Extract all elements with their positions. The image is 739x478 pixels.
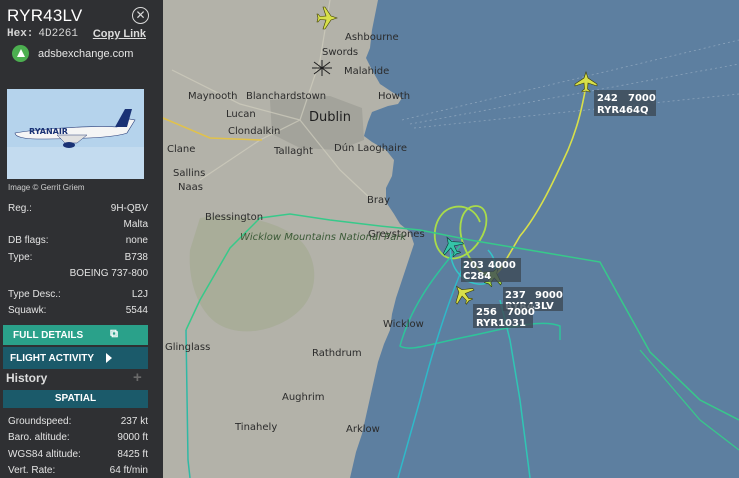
place-label: Dublin <box>309 110 351 125</box>
spatial-key: WGS84 altitude: <box>8 449 81 460</box>
place-label: Bray <box>367 195 390 206</box>
info-value: 9H-QBV <box>110 203 148 214</box>
place-label: Naas <box>178 182 203 193</box>
place-label: Howth <box>378 91 410 102</box>
image-credit: Image © Gerrit Griem <box>8 183 85 192</box>
full-details-label: FULL DETAILS <box>13 330 84 341</box>
place-label: Lucan <box>226 109 256 120</box>
flight-activity-label: FLIGHT ACTIVITY <box>10 353 95 364</box>
hex-label: Hex: <box>7 28 34 40</box>
label-altitude: 9000 <box>535 290 563 301</box>
aircraft-info-panel: RYR43LV ✕ Hex: 4D2261 Copy Link adsbexcha… <box>0 0 163 478</box>
place-label: Arklow <box>346 424 380 435</box>
info-value: 5544 <box>125 305 148 316</box>
aircraft-label[interactable]: 256 7000 RYR1031 <box>473 304 535 329</box>
label-altitude: 7000 <box>628 93 656 104</box>
place-label: Sallins <box>173 168 205 179</box>
aircraft-photo-image: RYANAIR <box>7 89 144 179</box>
label-altitude: 7000 <box>507 307 535 318</box>
place-label: Tinahely <box>234 422 277 433</box>
label-speed: 237 <box>505 290 526 301</box>
label-altitude: 4000 <box>488 260 516 271</box>
spatial-key: Groundspeed: <box>8 416 72 427</box>
place-label: Clondalkin <box>228 126 280 137</box>
place-label: Tallaght <box>273 146 313 157</box>
place-label: Malahide <box>344 66 389 77</box>
spatial-value: 237 kt <box>120 416 148 427</box>
aircraft-label[interactable]: 242 7000 RYR464Q <box>594 90 656 116</box>
place-label: Wicklow <box>383 319 424 330</box>
place-label: Dún Laoghaire <box>334 142 407 154</box>
info-value: BOEING 737-800 <box>69 268 148 279</box>
place-label: Rathdrum <box>312 348 362 359</box>
adsbx-link[interactable]: adsbexchange.com <box>12 45 133 62</box>
place-label: Maynooth <box>188 91 238 102</box>
external-link-icon: ⧉ <box>110 328 118 340</box>
info-key: Squawk: <box>8 305 47 316</box>
spatial-key: Baro. altitude: <box>8 432 70 443</box>
adsbx-logo-icon <box>12 45 29 62</box>
spatial-value: 64 ft/min <box>109 465 148 476</box>
adsbx-site-label: adsbexchange.com <box>38 47 134 60</box>
aircraft-photo[interactable]: RYANAIR <box>7 89 144 179</box>
hex-value: 4D2261 <box>38 28 79 40</box>
spatial-value: 9000 ft <box>117 432 148 443</box>
hex-row: Hex: 4D2261 <box>7 28 78 40</box>
flight-activity-button[interactable]: FLIGHT ACTIVITY <box>3 347 148 369</box>
label-speed: 242 <box>597 93 618 104</box>
info-value: L2J <box>131 289 148 300</box>
app-root: Ashbourne Swords Malahide Maynooth Blanc… <box>0 0 739 478</box>
info-key: Reg.: <box>8 203 32 214</box>
label-speed: 256 <box>476 307 497 318</box>
place-label: Clane <box>167 144 195 155</box>
info-value: B738 <box>124 252 148 263</box>
info-value: Malta <box>123 219 148 230</box>
place-label: Blanchardstown <box>246 91 326 102</box>
full-details-button[interactable]: FULL DETAILS ⧉ <box>3 325 148 345</box>
expand-plus-icon[interactable]: + <box>133 369 142 386</box>
place-label: Glinglass <box>165 342 210 353</box>
place-label: Wicklow Mountains National Park <box>240 232 407 243</box>
label-callsign: C284 <box>463 271 491 282</box>
label-speed: 203 <box>463 260 484 271</box>
spatial-section-header[interactable]: SPATIAL <box>3 390 148 408</box>
panel-header: RYR43LV ✕ Hex: 4D2261 Copy Link adsbexcha… <box>0 0 163 64</box>
callsign-title: RYR43LV <box>7 6 83 25</box>
label-callsign: RYR464Q <box>597 105 648 116</box>
info-value: none <box>125 235 148 246</box>
place-label: Swords <box>322 47 358 58</box>
play-arrow-icon <box>106 353 112 363</box>
airport-icon <box>312 60 332 76</box>
aircraft-label[interactable]: 203 4000 C284 <box>461 258 521 282</box>
close-icon[interactable]: ✕ <box>132 7 149 24</box>
history-header[interactable]: History <box>6 371 47 385</box>
spatial-value: 8425 ft <box>117 449 148 460</box>
copy-link[interactable]: Copy Link <box>93 28 146 40</box>
place-label: Aughrim <box>282 392 325 403</box>
spatial-key: Vert. Rate: <box>8 465 56 476</box>
place-label: Ashbourne <box>345 32 399 43</box>
photo-livery-text: RYANAIR <box>29 127 68 136</box>
label-callsign: RYR1031 <box>476 318 526 329</box>
info-key: Type: <box>8 252 33 263</box>
info-key: Type Desc.: <box>8 289 61 300</box>
place-label: Blessington <box>205 212 263 223</box>
info-key: DB flags: <box>8 235 49 246</box>
